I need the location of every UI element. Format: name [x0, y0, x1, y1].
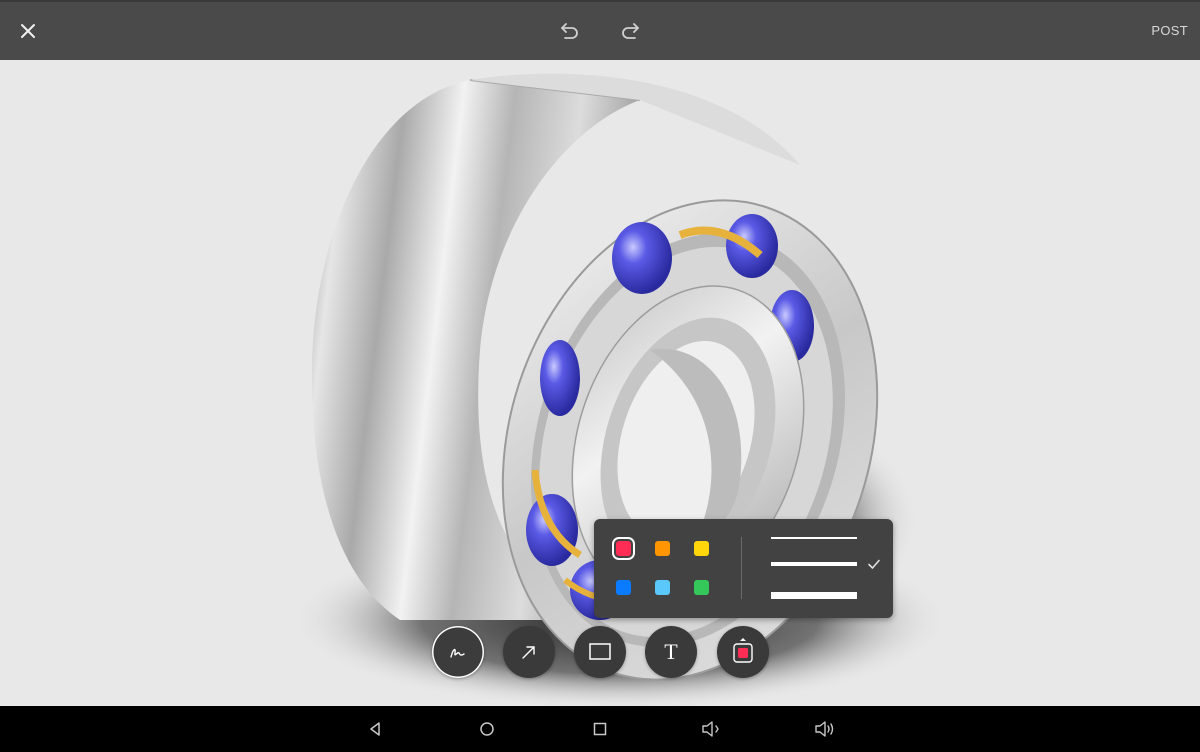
close-icon: [21, 24, 35, 38]
recents-button[interactable]: [588, 717, 612, 741]
volume-down-button[interactable]: [700, 717, 724, 741]
stroke-thin[interactable]: [771, 537, 857, 539]
color-tool[interactable]: [717, 626, 769, 678]
scribble-icon: [450, 648, 465, 658]
system-navigation-bar: [0, 706, 1200, 752]
freehand-tool[interactable]: [432, 626, 484, 678]
back-button[interactable]: [363, 717, 387, 741]
recents-icon: [593, 722, 607, 736]
redo-button[interactable]: [611, 12, 649, 50]
text-icon: T: [664, 639, 678, 664]
home-icon: [480, 722, 494, 736]
top-toolbar: POST: [0, 0, 1200, 60]
color-swatch-blue[interactable]: [616, 580, 631, 595]
volume-up-icon: [815, 721, 834, 737]
rectangle-icon: [589, 643, 611, 660]
volume-down-icon: [702, 721, 719, 737]
stroke-thick[interactable]: [771, 592, 857, 599]
home-button[interactable]: [475, 717, 499, 741]
arrow-tool[interactable]: [503, 626, 555, 678]
color-swatch-icon: [733, 638, 753, 663]
color-stroke-palette: [594, 519, 893, 618]
close-button[interactable]: [10, 12, 46, 50]
arrow-icon: [522, 646, 535, 659]
color-swatch-red[interactable]: [612, 537, 635, 560]
redo-icon: [622, 23, 639, 39]
stroke-medium[interactable]: [771, 562, 857, 566]
rectangle-tool[interactable]: [574, 626, 626, 678]
drawing-canvas[interactable]: T: [0, 60, 1200, 706]
check-icon: [868, 559, 880, 569]
undo-button[interactable]: [551, 12, 589, 50]
annotation-toolbar: T: [0, 626, 1200, 680]
palette-divider: [741, 537, 742, 599]
color-swatch-orange[interactable]: [655, 541, 670, 556]
post-button[interactable]: POST: [1151, 20, 1188, 42]
color-swatch-light-blue[interactable]: [655, 580, 670, 595]
volume-up-button[interactable]: [813, 717, 837, 741]
undo-icon: [561, 23, 578, 39]
back-icon: [370, 722, 380, 736]
color-swatch-green[interactable]: [694, 580, 709, 595]
text-tool[interactable]: T: [645, 626, 697, 678]
color-swatch-yellow[interactable]: [694, 541, 709, 556]
